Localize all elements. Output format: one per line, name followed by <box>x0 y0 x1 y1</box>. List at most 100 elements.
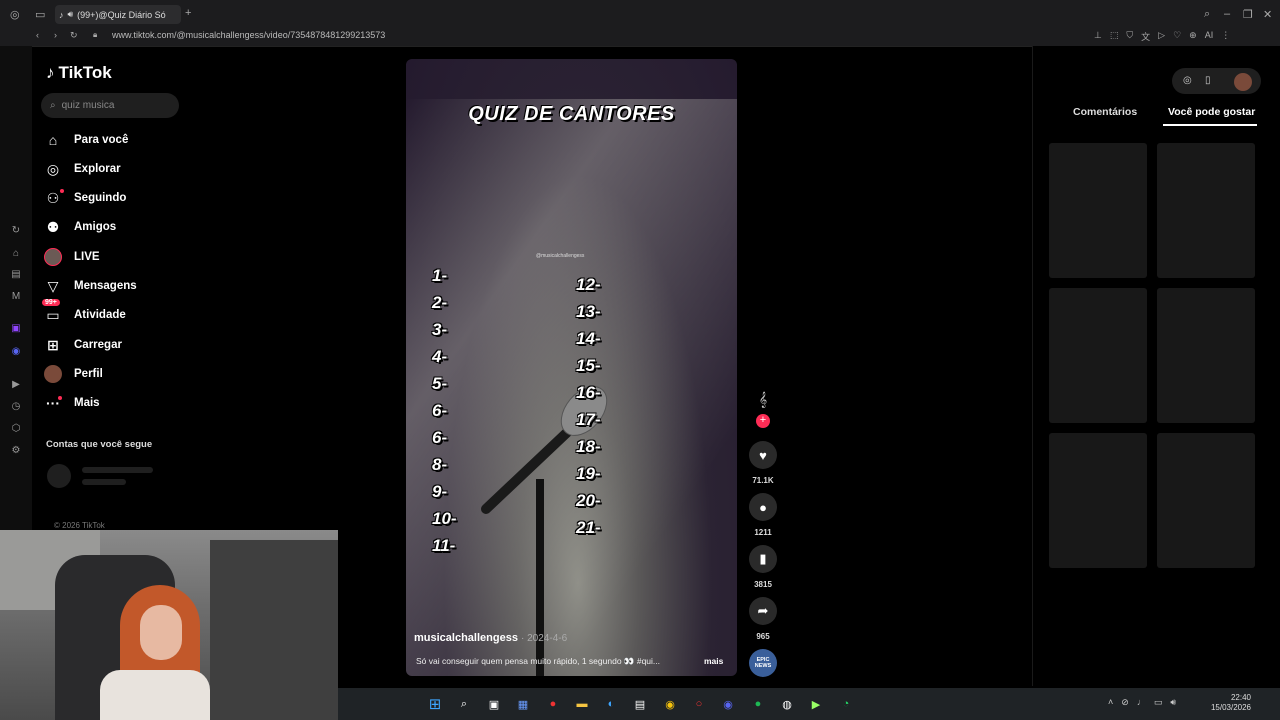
upload-icon: ⊞ <box>47 336 59 353</box>
tiktok-logo[interactable]: ♪ TikTok <box>46 63 112 83</box>
chevron-up-icon[interactable]: ˄ <box>1108 697 1113 708</box>
terminal-icon[interactable]: ▶ <box>807 695 825 713</box>
whatsapp-icon[interactable]: ◔ <box>837 695 855 713</box>
close-icon[interactable]: ✕ <box>1263 8 1272 21</box>
sidebar-item-label: LIVE <box>74 251 100 263</box>
sidebar-item-mais[interactable]: ··· Mais <box>44 390 100 416</box>
like-button[interactable]: ♥ <box>749 441 777 469</box>
video-author[interactable]: musicalchallengess · 2024-4-6 <box>414 632 567 644</box>
screenshot-icon[interactable]: ⬚ <box>1110 30 1119 43</box>
spotify-icon[interactable]: ● <box>749 695 767 713</box>
obs-icon[interactable]: ◍ <box>778 695 796 713</box>
task-view-icon[interactable]: ▣ <box>485 695 503 713</box>
recommended-video-card[interactable] <box>1157 433 1255 568</box>
sidebar-item-mensagens[interactable]: ▽ Mensagens <box>44 273 137 299</box>
browser-tab[interactable]: ♪ 🔊︎ (99+)@Quiz Diário Só <box>55 5 181 24</box>
menu-icon[interactable]: ⋮ <box>1221 30 1230 43</box>
comment-button[interactable]: ● <box>749 493 777 521</box>
new-tab-icon[interactable]: + <box>185 7 191 19</box>
reload-icon[interactable]: ↻ <box>70 30 78 41</box>
discord-icon[interactable]: ◉ <box>719 695 737 713</box>
network-off-icon[interactable]: ⊘ <box>1121 697 1129 708</box>
sidebar-item-atividade[interactable]: ▭ 99+ Atividade <box>42 299 126 328</box>
maximize-icon[interactable]: ❐ <box>1243 8 1253 21</box>
save-count: 3815 <box>754 580 772 589</box>
tab-voce-pode-gostar[interactable]: Você pode gostar <box>1168 106 1255 118</box>
follow-plus-icon[interactable]: + <box>756 414 770 428</box>
record-icon[interactable]: ● <box>544 695 562 713</box>
phone-icon[interactable]: ▯ <box>1205 75 1211 86</box>
notes-icon[interactable]: ▤ <box>10 269 22 281</box>
recommended-video-card[interactable] <box>1157 143 1255 278</box>
recommended-video-card[interactable] <box>1049 288 1147 423</box>
taskbar-clock[interactable]: 22:40 15/03/2026 <box>1203 693 1251 713</box>
sidebar-item-label: Explorar <box>74 163 121 175</box>
music-disc[interactable]: EPIC NEWS <box>749 649 777 677</box>
save-button[interactable]: ▮ <box>749 545 777 573</box>
microphone-icon[interactable]: ♩ <box>1137 697 1146 708</box>
search-input[interactable]: ⌕ quiz musica <box>41 93 179 118</box>
translate-icon[interactable]: 文 <box>1141 30 1150 43</box>
history-icon[interactable]: ↻ <box>10 225 22 237</box>
search-icon[interactable]: ⌕ <box>455 695 473 713</box>
player-icon[interactable]: ▶ <box>10 379 22 391</box>
sidebar-item-label: Mais <box>74 397 100 409</box>
search-icon[interactable]: ⌕ <box>1204 8 1210 21</box>
account-icon[interactable]: ⊕ <box>1189 30 1197 43</box>
opera-icon[interactable]: ○ <box>690 695 708 713</box>
sidebar-item-carregar[interactable]: ⊞ Carregar <box>44 332 122 358</box>
author-name[interactable]: musicalchallengess <box>414 632 518 644</box>
pin-icon[interactable]: ⊥ <box>1094 30 1102 43</box>
quiz-number: 6- <box>432 428 448 447</box>
speaker-icon[interactable]: 🔊︎ <box>68 9 74 20</box>
discord-icon[interactable]: ◉ <box>10 346 22 358</box>
live-icon <box>44 248 62 266</box>
mail-icon[interactable]: M <box>10 291 22 303</box>
forward-icon[interactable]: › <box>54 30 57 40</box>
quiz-number: 9- <box>432 482 448 501</box>
start-icon[interactable]: ⊞ <box>426 695 444 713</box>
recommended-video-card[interactable] <box>1049 433 1147 568</box>
volume-icon[interactable]: 🔊︎ <box>1170 697 1176 708</box>
folder-icon[interactable]: ▬ <box>573 695 591 713</box>
clock-icon[interactable]: ◷ <box>10 401 22 413</box>
shield-icon[interactable]: ⛉ <box>1126 30 1133 43</box>
extensions-icon[interactable]: ⬡ <box>10 423 22 435</box>
widgets-icon[interactable]: ▦ <box>514 695 532 713</box>
settings-icon[interactable]: ⚙ <box>10 445 22 457</box>
store-icon[interactable]: ▤ <box>631 695 649 713</box>
sidebar-item-amigos[interactable]: ⚉ Amigos <box>44 214 116 240</box>
display-icon[interactable]: ▭ <box>1154 697 1163 708</box>
heart-icon[interactable]: ♡ <box>1173 30 1181 43</box>
twitch-icon[interactable]: ▣ <box>10 323 22 335</box>
bag-icon[interactable]: ⌂ <box>10 248 22 260</box>
play-icon[interactable]: ▷ <box>1158 30 1165 43</box>
tab-comentarios[interactable]: Comentários <box>1073 106 1137 118</box>
skeleton-avatar <box>47 464 71 488</box>
quiz-number: 20- <box>576 491 601 510</box>
creator-avatar[interactable]: 𝄞 <box>755 391 771 413</box>
more-button[interactable]: mais <box>704 656 723 666</box>
recommended-video-card[interactable] <box>1049 143 1147 278</box>
sidebar-item-para-voce[interactable]: ⌂ Para você <box>44 127 129 153</box>
sidebar-item-live[interactable]: LIVE <box>44 244 100 270</box>
browser-logo-icon[interactable]: ◎ <box>10 8 20 21</box>
sidebar-item-seguindo[interactable]: ⚇ Seguindo <box>44 185 126 211</box>
user-avatar[interactable] <box>1234 73 1252 91</box>
browser-sidebar-strip <box>0 46 32 530</box>
recommended-video-card[interactable] <box>1157 288 1255 423</box>
video-player[interactable]: QUIZ DE CANTORES @musicalchallengess 1- … <box>406 59 737 676</box>
ai-button[interactable]: AI <box>1205 30 1214 43</box>
sidebar-item-perfil[interactable]: Perfil <box>44 361 103 387</box>
compass-icon[interactable]: ◎ <box>1183 75 1192 86</box>
quiz-number: 8- <box>432 455 448 474</box>
back-icon[interactable]: ‹ <box>36 30 39 40</box>
tab-list-icon[interactable]: ▭ <box>35 8 45 21</box>
minimize-icon[interactable]: – <box>1224 8 1230 20</box>
sidebar-item-explorar[interactable]: ◎ Explorar <box>44 156 121 182</box>
share-button[interactable]: ➦ <box>749 597 777 625</box>
url-text[interactable]: www.tiktok.com/@musicalchallengess/video… <box>112 30 385 40</box>
quiz-number: 17- <box>576 410 601 429</box>
edge-icon[interactable]: ◐ <box>602 695 620 713</box>
chrome-icon[interactable]: ◉ <box>661 695 679 713</box>
